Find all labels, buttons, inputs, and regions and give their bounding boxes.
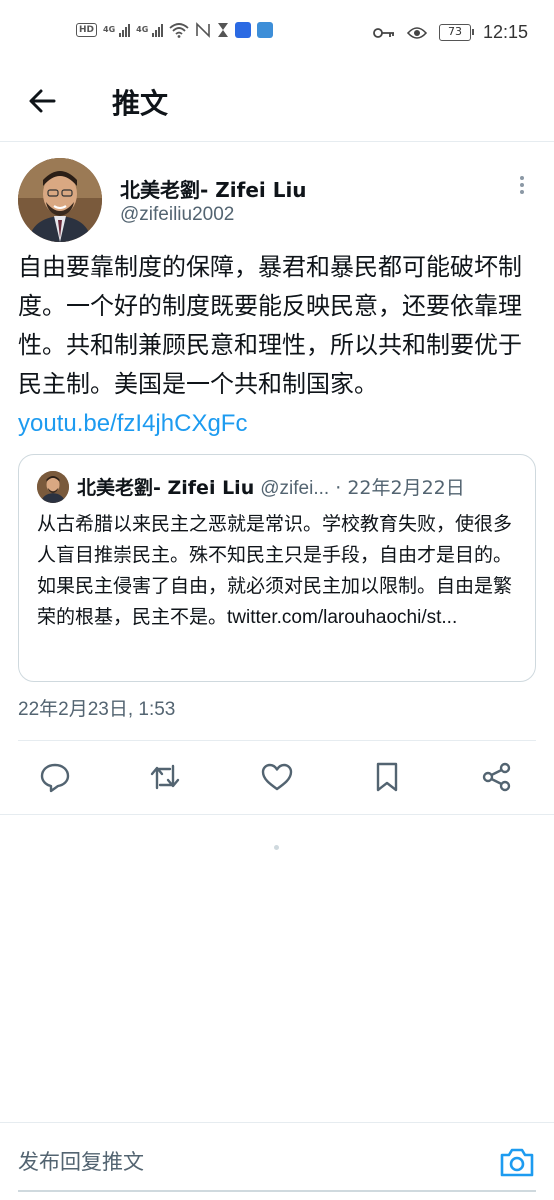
arrow-left-icon bbox=[29, 89, 56, 113]
reply-button[interactable] bbox=[38, 760, 72, 794]
tweet-text: 自由要靠制度的保障，暴君和暴民都可能破坏制度。一个好的制度既要能反映民意，还要依… bbox=[18, 248, 538, 443]
network-type-2: 4G bbox=[136, 25, 149, 34]
tweet-body: 自由要靠制度的保障，暴君和暴民都可能破坏制度。一个好的制度既要能反映民意，还要依… bbox=[18, 253, 522, 398]
quoted-link: twitter.com/larouhaochi/st... bbox=[227, 607, 458, 628]
avatar-image bbox=[18, 158, 102, 242]
top-app-bar: 推文 bbox=[0, 66, 554, 142]
nfc-icon bbox=[196, 22, 211, 38]
tweet-timestamp: 22年2月23日, 1:53 bbox=[18, 699, 176, 720]
loading-indicator bbox=[274, 845, 279, 850]
bookmark-icon bbox=[376, 762, 398, 792]
retweet-button[interactable] bbox=[148, 760, 182, 794]
like-icon bbox=[261, 763, 293, 791]
camera-button[interactable] bbox=[498, 1145, 536, 1179]
quoted-date: · 22年2月22日 bbox=[335, 477, 465, 499]
quoted-author-handle: @zifei... bbox=[260, 478, 330, 499]
camera-icon bbox=[500, 1148, 534, 1177]
reply-input[interactable] bbox=[18, 1145, 478, 1179]
status-bar-right: 73 12:15 bbox=[373, 22, 528, 43]
quoted-author-name: 北美老劉- Zifei Liu bbox=[77, 477, 255, 499]
quoted-header: 北美老劉- Zifei Liu @zifei... · 22年2月22日 bbox=[77, 473, 527, 500]
author-handle[interactable]: @zifeiliu2002 bbox=[120, 204, 234, 226]
quoted-tweet[interactable]: 北美老劉- Zifei Liu @zifei... · 22年2月22日 从古希… bbox=[18, 454, 536, 682]
share-icon bbox=[482, 762, 511, 792]
key-icon bbox=[373, 27, 394, 38]
battery-indicator: 73 bbox=[438, 24, 474, 41]
like-button[interactable] bbox=[260, 760, 294, 794]
reply-composer bbox=[0, 1122, 554, 1200]
tweet-actions bbox=[0, 742, 554, 814]
clock: 12:15 bbox=[482, 22, 528, 42]
app-notification-icon bbox=[235, 22, 252, 38]
author-avatar[interactable] bbox=[18, 158, 102, 242]
more-vertical-icon bbox=[520, 176, 524, 180]
eye-icon bbox=[406, 26, 427, 39]
tweet-link[interactable]: youtu.be/fzI4jhCXgFc bbox=[18, 410, 247, 437]
input-underline bbox=[18, 1190, 536, 1192]
back-button[interactable] bbox=[26, 84, 60, 118]
share-button[interactable] bbox=[480, 760, 514, 794]
network-type-1: 4G bbox=[103, 25, 116, 34]
bookmark-button[interactable] bbox=[370, 760, 404, 794]
signal-icon-2 bbox=[152, 23, 164, 37]
wifi-icon bbox=[169, 23, 189, 38]
author-name[interactable]: 北美老劉- Zifei Liu bbox=[120, 174, 307, 203]
status-bar: HD 4G 4G 73 12:15 bbox=[0, 0, 554, 66]
cloud-notification-icon bbox=[257, 22, 274, 38]
signal-icon bbox=[119, 23, 131, 37]
quoted-avatar-image bbox=[37, 471, 69, 503]
hourglass-icon bbox=[218, 23, 229, 37]
quoted-author-avatar bbox=[37, 471, 69, 503]
reply-icon bbox=[40, 763, 70, 793]
page-title: 推文 bbox=[112, 87, 169, 120]
quoted-text: 从古希腊以来民主之恶就是常识。学校教育失败，使很多人盲目推崇民主。殊不知民主只是… bbox=[37, 509, 523, 633]
divider bbox=[18, 740, 536, 741]
status-bar-left: HD 4G 4G bbox=[76, 22, 274, 38]
divider bbox=[0, 814, 554, 815]
hd-indicator: HD bbox=[76, 23, 98, 37]
retweet-icon bbox=[150, 764, 180, 790]
more-options-button[interactable] bbox=[514, 174, 530, 198]
